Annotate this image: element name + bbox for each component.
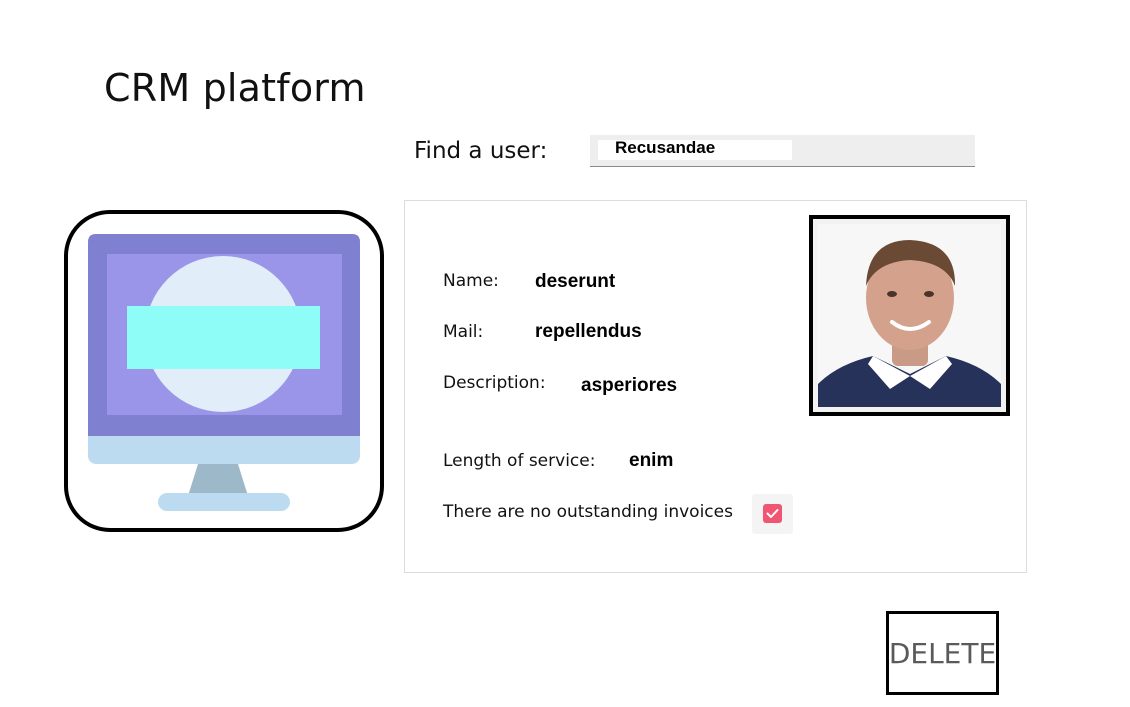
name-label: Name:: [443, 271, 499, 291]
crm-page: CRM platform Find a user: Name: deserunt…: [0, 0, 1130, 707]
app-logo: [64, 210, 384, 532]
service-label: Length of service:: [443, 451, 596, 471]
invoices-checkbox-area[interactable]: [752, 494, 793, 534]
check-icon: [766, 509, 779, 518]
invoices-label: There are no outstanding invoices: [443, 502, 733, 522]
monitor-icon: [88, 234, 360, 511]
user-avatar: [818, 224, 1001, 407]
mail-label: Mail:: [443, 322, 484, 342]
description-value: asperiores: [581, 375, 678, 396]
user-photo: [818, 224, 1001, 407]
user-card: Name: deserunt Mail: repellendus Descrip…: [404, 200, 1027, 573]
delete-button[interactable]: DELETE: [886, 611, 999, 695]
find-user-label: Find a user:: [414, 138, 548, 164]
search-field[interactable]: [590, 135, 975, 167]
description-label: Description:: [443, 373, 546, 393]
app-title: CRM platform: [104, 66, 366, 110]
invoices-checkbox[interactable]: [763, 504, 782, 523]
name-value: deserunt: [535, 271, 616, 292]
search-input[interactable]: [615, 137, 785, 159]
mail-value: repellendus: [535, 321, 642, 342]
user-photo-frame: [809, 215, 1010, 416]
service-value: enim: [629, 450, 674, 471]
